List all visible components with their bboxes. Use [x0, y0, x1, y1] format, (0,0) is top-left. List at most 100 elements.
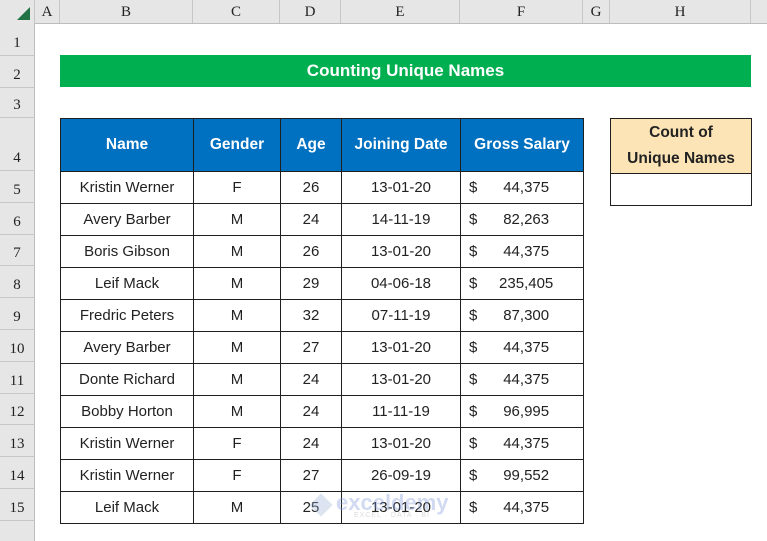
column-header-d[interactable]: D — [280, 0, 341, 23]
cell-gross-salary[interactable]: $44,375 — [460, 331, 584, 364]
table-row: Kristin Werner F 27 26-09-19 $99,552 — [60, 459, 584, 492]
cell-age[interactable]: 26 — [280, 171, 342, 204]
cell-gender[interactable]: M — [193, 203, 281, 236]
row-header-5[interactable]: 5 — [0, 171, 35, 203]
row-header-2[interactable]: 2 — [0, 56, 35, 88]
unique-count-value-cell[interactable] — [610, 173, 752, 206]
currency-symbol: $ — [469, 403, 478, 420]
header-gross-salary[interactable]: Gross Salary — [460, 118, 584, 172]
row-header-15[interactable]: 15 — [0, 489, 35, 521]
cell-name[interactable]: Boris Gibson — [60, 235, 194, 268]
row-header-14[interactable]: 14 — [0, 457, 35, 489]
cell-joining-date[interactable]: 04-06-18 — [341, 267, 461, 300]
cell-age[interactable]: 27 — [280, 331, 342, 364]
row-header-16[interactable] — [0, 521, 35, 541]
cell-age[interactable]: 24 — [280, 363, 342, 396]
row-header-7[interactable]: 7 — [0, 235, 35, 266]
cell-gender[interactable]: M — [193, 363, 281, 396]
cell-age[interactable]: 29 — [280, 267, 342, 300]
cell-gender[interactable]: M — [193, 267, 281, 300]
sheet-title[interactable]: Counting Unique Names — [60, 55, 751, 87]
row-header-12[interactable]: 12 — [0, 394, 35, 425]
row-header-3[interactable]: 3 — [0, 88, 35, 118]
column-header-e[interactable]: E — [341, 0, 460, 23]
column-header-g[interactable]: G — [583, 0, 610, 23]
column-header-h[interactable]: H — [610, 0, 751, 23]
cell-joining-date[interactable]: 07-11-19 — [341, 299, 461, 332]
header-joining-date[interactable]: Joining Date — [341, 118, 461, 172]
row-header-11[interactable]: 11 — [0, 362, 35, 394]
cell-joining-date[interactable]: 11-11-19 — [341, 395, 461, 428]
header-gender[interactable]: Gender — [193, 118, 281, 172]
cell-name[interactable]: Donte Richard — [60, 363, 194, 396]
unique-count-header[interactable]: Count of Unique Names — [610, 118, 752, 174]
cell-joining-date[interactable]: 26-09-19 — [341, 459, 461, 492]
cell-joining-date[interactable]: 13-01-20 — [341, 171, 461, 204]
table-row: Donte Richard M 24 13-01-20 $44,375 — [60, 363, 584, 396]
cell-age[interactable]: 24 — [280, 395, 342, 428]
table-row: Kristin Werner F 24 13-01-20 $44,375 — [60, 427, 584, 460]
row-header-8[interactable]: 8 — [0, 266, 35, 298]
salary-amount: 99,552 — [503, 467, 550, 484]
cell-age[interactable]: 24 — [280, 203, 342, 236]
cell-gender[interactable]: F — [193, 459, 281, 492]
cell-gross-salary[interactable]: $44,375 — [460, 171, 584, 204]
cell-gross-salary[interactable]: $87,300 — [460, 299, 584, 332]
cell-gender[interactable]: F — [193, 171, 281, 204]
currency-symbol: $ — [469, 339, 478, 356]
cell-gender[interactable]: M — [193, 235, 281, 268]
cell-gross-salary[interactable]: $82,263 — [460, 203, 584, 236]
select-all-corner[interactable] — [0, 0, 35, 24]
cell-joining-date[interactable]: 13-01-20 — [341, 363, 461, 396]
cell-gross-salary[interactable]: $44,375 — [460, 427, 584, 460]
cell-gender[interactable]: F — [193, 427, 281, 460]
unique-count-box: Count of Unique Names — [610, 118, 752, 206]
row-header-9[interactable]: 9 — [0, 298, 35, 330]
cell-gross-salary[interactable]: $44,375 — [460, 363, 584, 396]
cell-gender[interactable]: M — [193, 395, 281, 428]
cell-age[interactable]: 24 — [280, 427, 342, 460]
cell-gross-salary[interactable]: $44,375 — [460, 491, 584, 524]
cell-name[interactable]: Fredric Peters — [60, 299, 194, 332]
column-header-a[interactable]: A — [35, 0, 60, 23]
header-age[interactable]: Age — [280, 118, 342, 172]
cell-gender[interactable]: M — [193, 299, 281, 332]
header-name[interactable]: Name — [60, 118, 194, 172]
column-header-c[interactable]: C — [193, 0, 280, 23]
cell-name[interactable]: Kristin Werner — [60, 171, 194, 204]
column-header-b[interactable]: B — [60, 0, 193, 23]
row-header-13[interactable]: 13 — [0, 425, 35, 457]
row-header-4[interactable]: 4 — [0, 118, 35, 171]
table-row: Leif Mack M 25 13-01-20 $44,375 — [60, 491, 584, 524]
cell-name[interactable]: Leif Mack — [60, 267, 194, 300]
row-header-6[interactable]: 6 — [0, 203, 35, 235]
cell-age[interactable]: 26 — [280, 235, 342, 268]
cell-name[interactable]: Avery Barber — [60, 203, 194, 236]
cell-age[interactable]: 27 — [280, 459, 342, 492]
cell-joining-date[interactable]: 13-01-20 — [341, 491, 461, 524]
cell-joining-date[interactable]: 13-01-20 — [341, 235, 461, 268]
salary-amount: 44,375 — [503, 435, 550, 452]
cell-gross-salary[interactable]: $96,995 — [460, 395, 584, 428]
column-header-f[interactable]: F — [460, 0, 583, 23]
cell-name[interactable]: Leif Mack — [60, 491, 194, 524]
row-header-1[interactable]: 1 — [0, 24, 35, 56]
cell-age[interactable]: 32 — [280, 299, 342, 332]
salary-amount: 82,263 — [503, 211, 550, 228]
cell-gender[interactable]: M — [193, 331, 281, 364]
cell-joining-date[interactable]: 14-11-19 — [341, 203, 461, 236]
row-header-10[interactable]: 10 — [0, 330, 35, 362]
cell-age[interactable]: 25 — [280, 491, 342, 524]
cell-joining-date[interactable]: 13-01-20 — [341, 331, 461, 364]
cell-name[interactable]: Avery Barber — [60, 331, 194, 364]
cell-gross-salary[interactable]: $235,405 — [460, 267, 584, 300]
table-row: Boris Gibson M 26 13-01-20 $44,375 — [60, 235, 584, 268]
cell-gross-salary[interactable]: $44,375 — [460, 235, 584, 268]
cell-gross-salary[interactable]: $99,552 — [460, 459, 584, 492]
cell-name[interactable]: Kristin Werner — [60, 459, 194, 492]
unique-count-header-line2: Unique Names — [627, 150, 735, 167]
cell-name[interactable]: Kristin Werner — [60, 427, 194, 460]
cell-joining-date[interactable]: 13-01-20 — [341, 427, 461, 460]
cell-gender[interactable]: M — [193, 491, 281, 524]
cell-name[interactable]: Bobby Horton — [60, 395, 194, 428]
